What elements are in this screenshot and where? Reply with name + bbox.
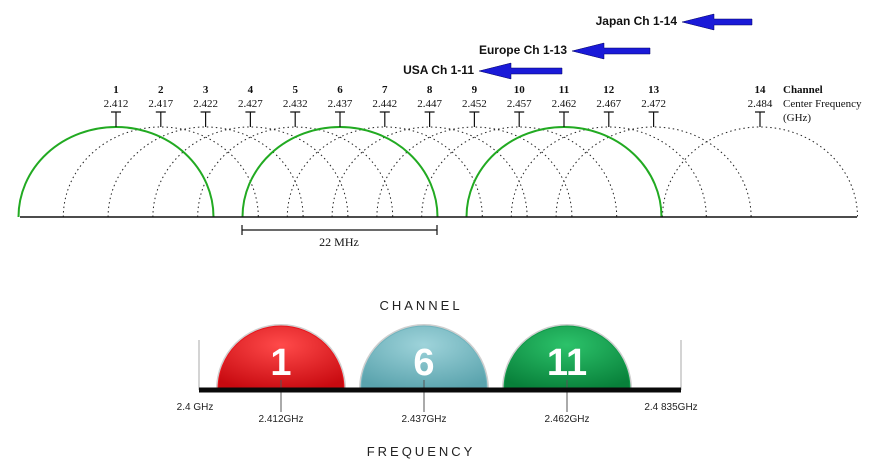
channel-center-marker <box>155 111 166 127</box>
channel-center-frequency: 2.452 <box>462 98 487 110</box>
channel-number: 13 <box>648 84 660 96</box>
channel-center-marker <box>379 111 390 127</box>
dome-frequency-label: 2.437GHz <box>401 414 446 425</box>
channel-center-marker <box>200 111 211 127</box>
channel-center-frequency: 2.432 <box>283 98 308 110</box>
channel-width-label: 22 MHz <box>319 235 359 249</box>
non-overlapping-channel-arcs <box>17 126 663 218</box>
channel-center-marker <box>335 111 345 127</box>
channel-arc <box>286 126 483 218</box>
region-label-usa: USA Ch 1-11 <box>403 63 474 77</box>
channel-center-marker <box>290 111 301 127</box>
channel-number: 11 <box>559 84 569 96</box>
overlapping-channel-arcs <box>62 126 858 218</box>
channel-number: 14 <box>755 84 767 96</box>
channel-number: 6 <box>337 84 343 96</box>
channel-arc-highlight <box>241 126 439 218</box>
channel-dome: 1 <box>216 324 346 412</box>
europe-arrow-icon <box>571 42 651 60</box>
channel-arc <box>376 126 573 218</box>
channel-arc <box>62 126 259 218</box>
channel-arc <box>197 126 394 218</box>
channel-center-frequency: 2.442 <box>372 98 397 110</box>
channel-arc <box>555 126 752 218</box>
channel-arc <box>152 126 349 218</box>
channel-number: 8 <box>427 84 433 96</box>
dome-channel-number: 11 <box>547 342 587 384</box>
channel-center-marker <box>755 111 765 127</box>
center-frequency-header: Center Frequency <box>783 98 862 110</box>
channel-header: Channel <box>783 84 823 96</box>
channel-center-marker <box>514 111 525 127</box>
channel-number: 1 <box>113 84 119 96</box>
dome-frequency-labels: 2.412GHz 2.437GHz 2.462GHz <box>258 414 589 425</box>
channel-number: 9 <box>472 84 478 96</box>
channel-center-frequency: 2.472 <box>641 98 666 110</box>
channel-center-marker <box>424 111 435 127</box>
channel-center-marker <box>648 111 659 127</box>
channel-center-marker <box>603 111 614 127</box>
channel-arc-highlight <box>17 126 215 218</box>
channel-dome: 11 <box>502 324 632 412</box>
channel-labels: 1 2.412 2 2.417 3 2.422 4 2.427 5 2.432 6 2.437 7 2.4… <box>104 84 773 127</box>
channel-arc <box>107 126 304 218</box>
dome-frequency-label: 2.462GHz <box>544 414 589 425</box>
band-end-label: 2.4 835GHz <box>644 402 697 413</box>
channel-center-frequency: 2.447 <box>417 98 442 110</box>
japan-arrow-icon <box>681 13 753 31</box>
dome-channel-number: 1 <box>270 342 291 384</box>
channel-center-frequency: 2.427 <box>238 98 263 110</box>
channel-axis-title: CHANNEL <box>379 298 462 313</box>
channel-center-marker <box>111 111 121 127</box>
channel-center-frequency: 2.484 <box>748 98 773 110</box>
region-label-europe: Europe Ch 1-13 <box>479 43 567 57</box>
channel-number: 2 <box>158 84 164 96</box>
channel-center-frequency: 2.462 <box>552 98 577 110</box>
channel-center-marker <box>559 111 569 127</box>
usa-arrow-icon <box>478 62 563 80</box>
channel-center-frequency: 2.412 <box>104 98 129 110</box>
channel-number: 7 <box>382 84 388 96</box>
channel-arc <box>510 126 707 218</box>
channel-center-frequency: 2.457 <box>507 98 532 110</box>
dome-frequency-label: 2.412GHz <box>258 414 303 425</box>
channel-arc <box>331 126 528 218</box>
channel-center-marker <box>245 111 256 127</box>
channel-width-marker: 22 MHz <box>241 225 438 249</box>
channel-number: 12 <box>603 84 615 96</box>
region-label-japan: Japan Ch 1-14 <box>596 14 678 28</box>
channel-arc <box>662 126 858 218</box>
non-overlapping-domes: 1 6 11 <box>216 324 632 412</box>
band-start-label: 2.4 GHz <box>177 402 214 413</box>
channel-center-marker <box>469 111 480 127</box>
wifi-channel-diagram: Japan Ch 1-14 Europe Ch 1-13 USA Ch 1-11… <box>17 13 862 459</box>
frequency-unit-label: (GHz) <box>783 112 811 124</box>
channel-arc-highlight <box>465 126 663 218</box>
frequency-axis-title: FREQUENCY <box>367 444 476 459</box>
channel-arc <box>421 126 618 218</box>
channel-center-frequency: 2.417 <box>148 98 173 110</box>
channel-number: 4 <box>248 84 254 96</box>
channel-center-frequency: 2.422 <box>193 98 218 110</box>
channel-center-frequency: 2.467 <box>596 98 621 110</box>
channel-number: 3 <box>203 84 209 96</box>
dome-channel-number: 6 <box>413 342 434 384</box>
channel-center-frequency: 2.437 <box>328 98 353 110</box>
region-labels: Japan Ch 1-14 Europe Ch 1-13 USA Ch 1-11 <box>403 13 753 80</box>
channel-number: 5 <box>292 84 298 96</box>
channel-dome: 6 <box>359 324 489 412</box>
channel-number: 10 <box>514 84 526 96</box>
